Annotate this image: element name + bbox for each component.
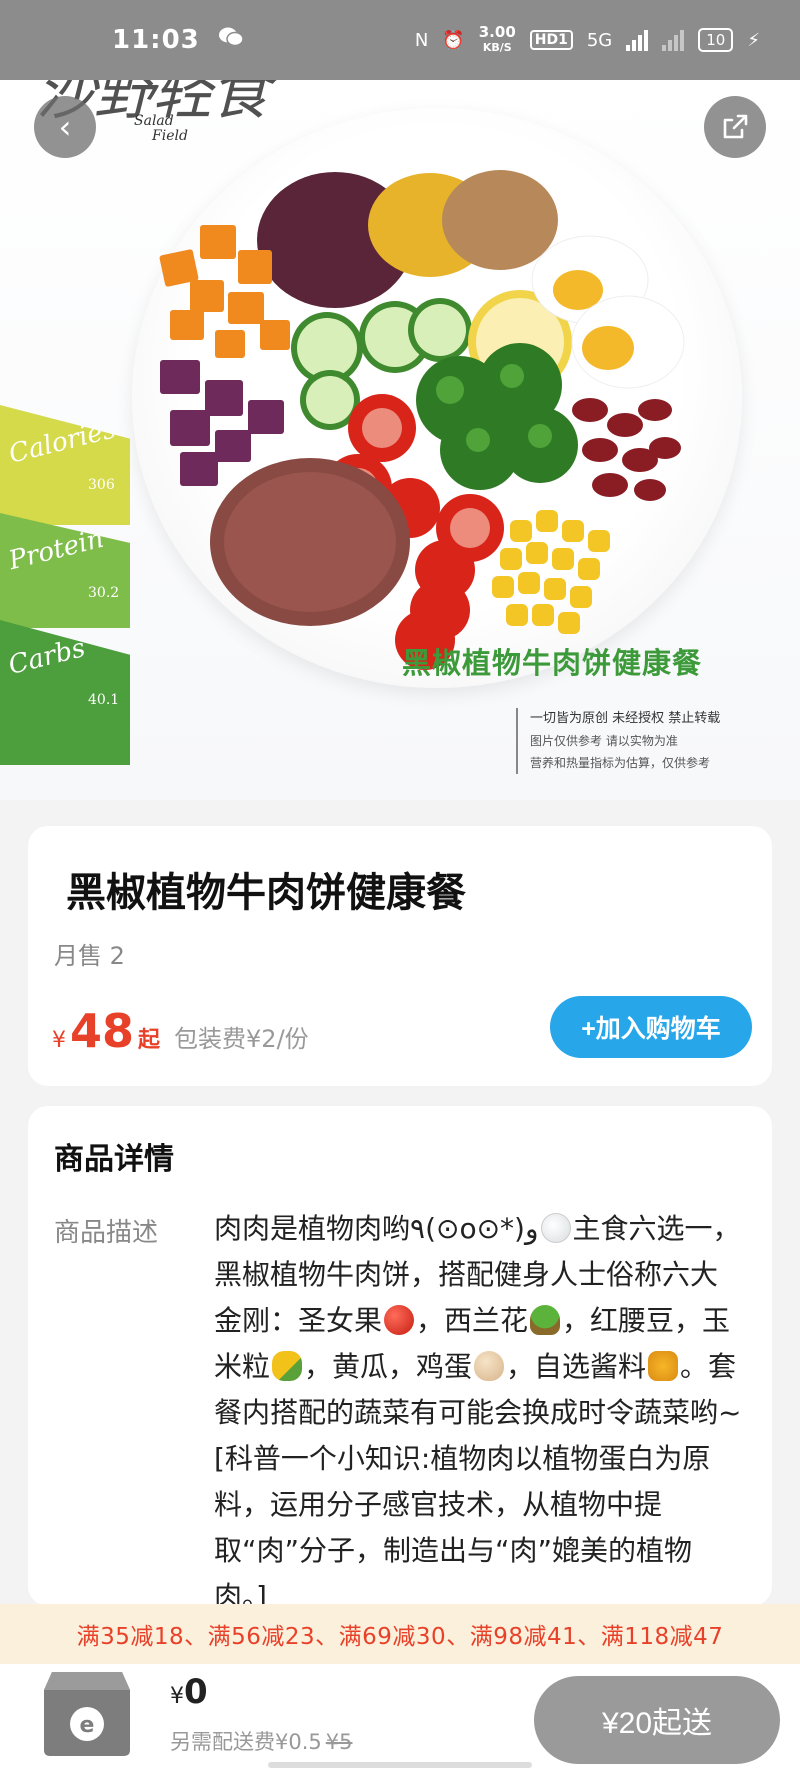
min-order-button[interactable]: ¥20起送 [534, 1676, 780, 1764]
corn-icon [272, 1351, 303, 1381]
home-indicator [268, 1762, 532, 1768]
description-text: 肉肉是植物肉哟٩(⊙o⊙*)و 主食六选一，黑椒植物牛肉饼，搭配健身人士俗称六大金… [214, 1212, 742, 1613]
status-time: 11:03 [112, 25, 200, 55]
price-row: ¥ 48 起 包装费¥2/份 [52, 1004, 309, 1058]
price-suffix: 起 [138, 1028, 161, 1053]
tomato-icon [384, 1305, 415, 1335]
share-button[interactable] [704, 96, 766, 158]
back-button[interactable]: ‹ [34, 96, 96, 158]
rice-ball-icon [540, 1213, 571, 1243]
product-details-card: 商品详情 商品描述 肉肉是植物肉哟٩(⊙o⊙*)و 主食六选一，黑椒植物牛肉饼，搭… [28, 1106, 772, 1670]
broccoli-icon [530, 1305, 561, 1335]
cart-total: ¥0 [170, 1672, 208, 1712]
delivery-fee: 另需配送费¥0.5 ¥5 [170, 1730, 353, 1754]
hero-caption: 黑椒植物牛肉饼健康餐 [402, 646, 703, 680]
honey-pot-icon [648, 1351, 679, 1381]
product-info-card: 黑椒植物牛肉饼健康餐 月售 2 ¥ 48 起 包装费¥2/份 +加入购物车 [28, 826, 772, 1086]
egg-icon [474, 1351, 505, 1381]
status-bar: 11:03 N ⏰ 3.00 KB/S HD1 5G 10 ⚡ [0, 0, 800, 80]
battery-icon: 10 [698, 28, 734, 52]
alarm-icon: ⏰ [442, 29, 465, 51]
signal-icon-2 [662, 29, 685, 51]
svg-text:e: e [80, 1713, 95, 1738]
add-to-cart-button[interactable]: +加入购物车 [550, 996, 752, 1058]
price-currency: ¥ [52, 1028, 66, 1053]
shopping-bag-icon[interactable]: e [40, 1650, 134, 1758]
chevron-left-icon: ‹ [58, 108, 72, 146]
status-icons: N ⏰ 3.00 KB/S HD1 5G 10 ⚡ [415, 25, 760, 55]
details-title: 商品详情 [54, 1142, 174, 1177]
nfc-icon: N [414, 29, 429, 51]
price-value: 48 [70, 1004, 135, 1058]
network-type: 5G [586, 29, 613, 51]
share-icon [723, 114, 748, 139]
hero-image: 沙野轻食 Salad Field ‹ Calories 306 Protein 3… [0, 80, 800, 800]
product-title: 黑椒植物牛肉饼健康餐 [66, 870, 466, 916]
net-speed: 3.00 KB/S [478, 23, 516, 55]
charging-icon: ⚡ [747, 29, 760, 51]
bottom-cart-bar: e ¥0 另需配送费¥0.5 ¥5 ¥20起送 [0, 1664, 800, 1777]
description-label: 商品描述 [54, 1218, 159, 1248]
hero-notes: 一切皆为原创 未经授权 禁止转载 图片仅供参考 请以实物为准 营养和热量指标为估… [516, 708, 720, 774]
packaging-fee: 包装费¥2/份 [174, 1025, 309, 1053]
monthly-sales: 月售 2 [54, 942, 125, 970]
hd-badge: HD1 [529, 30, 573, 50]
signal-icon [626, 29, 649, 51]
wechat-icon [218, 26, 244, 54]
